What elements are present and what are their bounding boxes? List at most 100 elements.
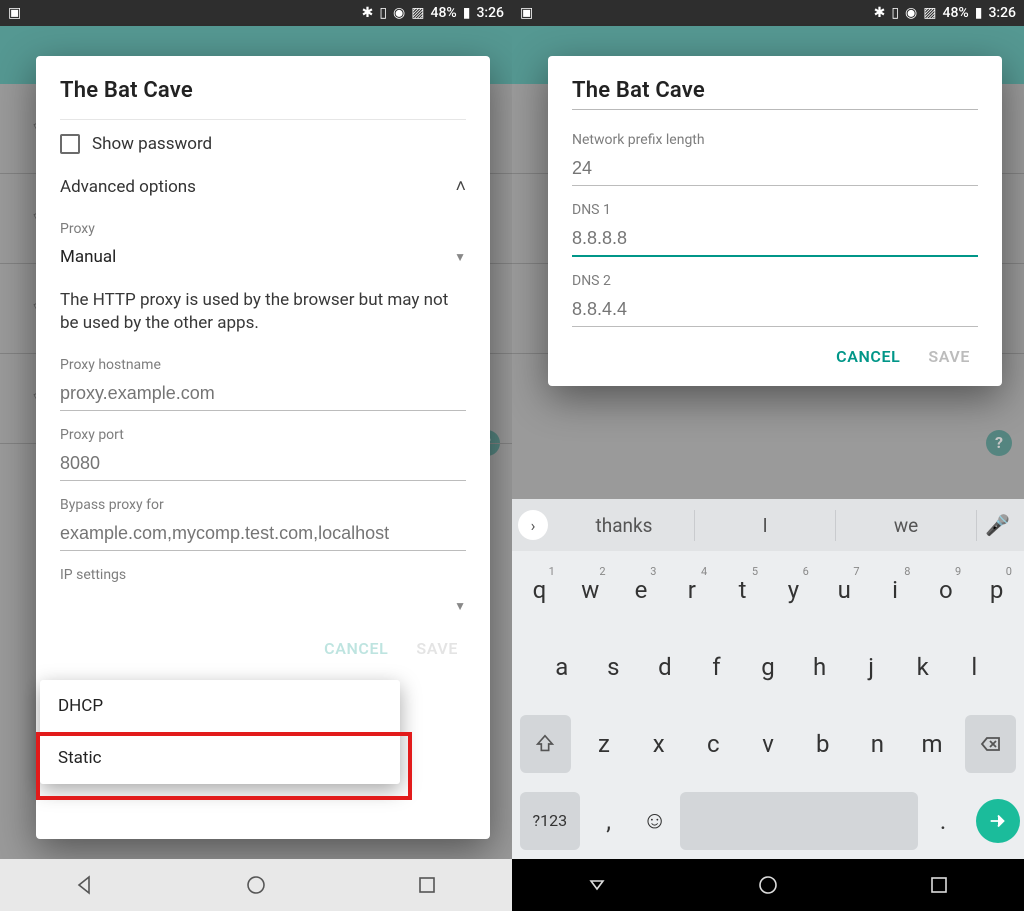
key-j[interactable]: j bbox=[847, 638, 895, 696]
ip-settings-popup: DHCP Static bbox=[40, 680, 400, 784]
time-text: 3:26 bbox=[476, 5, 504, 21]
keyboard: › thanks I we 🎤 q1w2e3r4t5y6u7i8o9p0 asd… bbox=[512, 499, 1024, 859]
recent-icon[interactable] bbox=[415, 873, 439, 897]
signal-icon: ▨ bbox=[923, 5, 936, 21]
key-i[interactable]: i8 bbox=[872, 561, 919, 619]
key-k[interactable]: k bbox=[899, 638, 947, 696]
key-t[interactable]: t5 bbox=[719, 561, 766, 619]
suggestion[interactable]: I bbox=[695, 510, 836, 541]
time-text: 3:26 bbox=[988, 5, 1016, 21]
dns2-input[interactable] bbox=[572, 293, 978, 327]
ip-settings-dropdown[interactable]: ▼ bbox=[60, 583, 466, 619]
mic-icon[interactable]: 🎤 bbox=[977, 513, 1018, 537]
key-u[interactable]: u7 bbox=[821, 561, 868, 619]
key-y[interactable]: y6 bbox=[770, 561, 817, 619]
key-c[interactable]: c bbox=[688, 715, 739, 773]
port-label: Proxy port bbox=[60, 427, 466, 443]
proxy-value: Manual bbox=[60, 247, 116, 267]
dns1-input[interactable] bbox=[572, 222, 978, 257]
key-m[interactable]: m bbox=[907, 715, 958, 773]
key-n[interactable]: n bbox=[852, 715, 903, 773]
key-f[interactable]: f bbox=[693, 638, 741, 696]
key-w[interactable]: w2 bbox=[567, 561, 614, 619]
home-icon[interactable] bbox=[756, 873, 780, 897]
emoji-key[interactable]: ☺ bbox=[634, 792, 676, 850]
dialog-actions: CANCEL SAVE bbox=[60, 619, 466, 666]
home-icon[interactable] bbox=[244, 873, 268, 897]
battery-icon: ▮ bbox=[463, 5, 471, 21]
key-g[interactable]: g bbox=[744, 638, 792, 696]
key-e[interactable]: e3 bbox=[618, 561, 665, 619]
key-q[interactable]: q1 bbox=[516, 561, 563, 619]
show-password-label: Show password bbox=[92, 134, 212, 154]
dns2-label: DNS 2 bbox=[572, 273, 978, 289]
ip-option-dhcp[interactable]: DHCP bbox=[40, 680, 400, 732]
dialog-title: The Bat Cave bbox=[572, 78, 978, 103]
vibrate-icon: ▯ bbox=[379, 5, 387, 21]
battery-text: 48% bbox=[942, 5, 968, 21]
key-s[interactable]: s bbox=[590, 638, 638, 696]
dns1-label: DNS 1 bbox=[572, 202, 978, 218]
save-button[interactable]: SAVE bbox=[928, 347, 970, 366]
battery-text: 48% bbox=[430, 5, 456, 21]
expand-icon[interactable]: › bbox=[518, 510, 548, 540]
proxy-dropdown[interactable]: Manual ▼ bbox=[60, 237, 466, 273]
checkbox-icon[interactable] bbox=[60, 134, 80, 154]
cancel-button[interactable]: CANCEL bbox=[836, 347, 900, 366]
help-icon: ? bbox=[986, 430, 1012, 456]
suggestion-bar: › thanks I we 🎤 bbox=[512, 499, 1024, 551]
nav-bar bbox=[0, 859, 512, 911]
vibrate-icon: ▯ bbox=[891, 5, 899, 21]
symbols-key[interactable]: ?123 bbox=[520, 792, 580, 850]
key-r[interactable]: r4 bbox=[668, 561, 715, 619]
dialog-actions: CANCEL SAVE bbox=[572, 327, 978, 374]
signal-icon: ▨ bbox=[411, 5, 424, 21]
ip-option-static[interactable]: Static bbox=[40, 732, 400, 784]
screen-right: ▣ ✱ ▯ ◉ ▨ 48% ▮ 3:26 ? 🔒 🔒 🔒 The Bat Cav… bbox=[512, 0, 1024, 911]
key-x[interactable]: x bbox=[633, 715, 684, 773]
back-icon[interactable] bbox=[73, 873, 97, 897]
key-l[interactable]: l bbox=[950, 638, 998, 696]
comma-key[interactable]: , bbox=[588, 792, 630, 850]
space-key[interactable] bbox=[680, 792, 918, 850]
key-b[interactable]: b bbox=[797, 715, 848, 773]
cancel-button[interactable]: CANCEL bbox=[324, 639, 388, 658]
recent-icon[interactable] bbox=[927, 873, 951, 897]
wifi-icon: ◉ bbox=[905, 5, 917, 21]
proxy-label: Proxy bbox=[60, 221, 466, 237]
enter-key[interactable] bbox=[976, 799, 1020, 843]
period-key[interactable]: . bbox=[922, 792, 964, 850]
image-icon: ▣ bbox=[8, 5, 21, 21]
suggestion[interactable]: we bbox=[836, 510, 977, 541]
key-z[interactable]: z bbox=[579, 715, 630, 773]
bluetooth-icon: ✱ bbox=[362, 5, 374, 21]
chevron-up-icon: ˄ bbox=[455, 176, 466, 197]
backspace-key[interactable] bbox=[965, 715, 1016, 773]
port-input[interactable] bbox=[60, 447, 466, 481]
advanced-options-toggle[interactable]: Advanced options ˄ bbox=[60, 166, 466, 205]
show-password-row[interactable]: Show password bbox=[60, 120, 466, 166]
bluetooth-icon: ✱ bbox=[874, 5, 886, 21]
key-v[interactable]: v bbox=[743, 715, 794, 773]
key-o[interactable]: o9 bbox=[922, 561, 969, 619]
key-d[interactable]: d bbox=[641, 638, 689, 696]
key-h[interactable]: h bbox=[796, 638, 844, 696]
nav-bar bbox=[512, 859, 1024, 911]
image-icon: ▣ bbox=[520, 5, 533, 21]
suggestion[interactable]: thanks bbox=[554, 510, 695, 541]
bypass-input[interactable] bbox=[60, 517, 466, 551]
back-icon[interactable] bbox=[585, 873, 609, 897]
prefix-label: Network prefix length bbox=[572, 132, 978, 148]
prefix-input[interactable] bbox=[572, 152, 978, 186]
screen-left: ▣ ✱ ▯ ◉ ▨ 48% ▮ 3:26 ? ⌔🔒 ⌔🔒 ⌔🔒 ⌔🔒 The B… bbox=[0, 0, 512, 911]
wifi-config-dialog: The Bat Cave Network prefix length DNS 1… bbox=[548, 56, 1002, 386]
wifi-icon: ◉ bbox=[393, 5, 405, 21]
key-p[interactable]: p0 bbox=[973, 561, 1020, 619]
advanced-label: Advanced options bbox=[60, 177, 196, 197]
key-a[interactable]: a bbox=[538, 638, 586, 696]
dialog-title: The Bat Cave bbox=[60, 78, 466, 120]
hostname-input[interactable] bbox=[60, 377, 466, 411]
shift-key[interactable] bbox=[520, 715, 571, 773]
dropdown-icon: ▼ bbox=[454, 599, 466, 613]
save-button[interactable]: SAVE bbox=[416, 639, 458, 658]
